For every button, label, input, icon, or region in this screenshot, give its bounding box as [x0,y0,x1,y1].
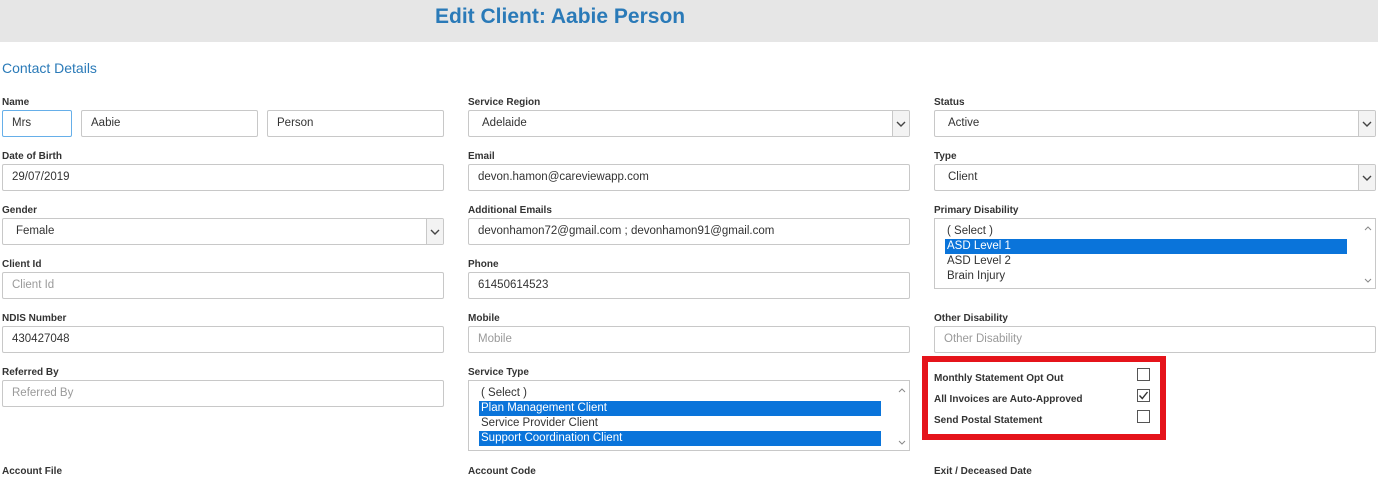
name-title-input[interactable]: Mrs [2,110,72,137]
client-id-input[interactable]: Client Id [2,272,444,299]
phone-label: Phone [468,259,499,270]
type-value: Client [948,171,978,183]
mobile-label: Mobile [468,313,500,324]
monthly-opt-out-checkbox[interactable] [1137,368,1150,381]
gender-select[interactable]: Female [2,218,444,245]
client-id-label: Client Id [2,259,42,270]
list-item[interactable]: ( Select ) [945,224,1347,239]
additional-emails-label: Additional Emails [468,205,552,216]
check-icon [1138,391,1149,400]
exit-date-label: Exit / Deceased Date [934,466,1032,477]
gender-value: Female [16,225,55,237]
page-title: Edit Client: Aabie Person [435,5,686,28]
status-value: Active [948,117,980,129]
phone-input[interactable]: 61450614523 [468,272,910,299]
ndis-label: NDIS Number [2,313,67,324]
type-select[interactable]: Client [934,164,1376,191]
auto-approved-label: All Invoices are Auto-Approved [934,394,1083,405]
last-name-input[interactable]: Person [267,110,444,137]
other-disability-input[interactable]: Other Disability [934,326,1376,353]
chevron-down-icon[interactable] [1358,111,1375,136]
mobile-input[interactable]: Mobile [468,326,910,353]
service-region-label: Service Region [468,97,541,108]
first-name-input[interactable]: Aabie [81,110,258,137]
gender-label: Gender [2,205,38,216]
service-region-select[interactable]: Adelaide [468,110,910,137]
referred-by-input[interactable]: Referred By [2,380,444,407]
chevron-down-icon[interactable] [892,111,909,136]
primary-disability-label: Primary Disability [934,205,1019,216]
section-title: Contact Details [2,60,97,76]
service-type-label: Service Type [468,367,529,378]
list-item[interactable]: Service Provider Client [479,416,881,431]
primary-disability-listbox[interactable]: ( Select ) ASD Level 1 ASD Level 2 Brain… [934,218,1376,289]
type-label: Type [934,151,957,162]
status-label: Status [934,97,965,108]
status-select[interactable]: Active [934,110,1376,137]
monthly-opt-out-label: Monthly Statement Opt Out [934,373,1064,384]
account-file-label: Account File [2,466,63,477]
scroll-up-icon[interactable] [1364,226,1372,231]
auto-approved-checkbox[interactable] [1137,389,1150,402]
postal-statement-checkbox[interactable] [1137,410,1150,423]
scroll-down-icon[interactable] [898,440,906,445]
account-code-label: Account Code [468,466,536,477]
email-label: Email [468,151,495,162]
list-item[interactable]: ASD Level 2 [945,254,1347,269]
name-label: Name [2,97,30,108]
other-disability-label: Other Disability [934,313,1008,324]
dob-input[interactable]: 29/07/2019 [2,164,444,191]
scroll-up-icon[interactable] [898,388,906,393]
dob-label: Date of Birth [2,151,62,162]
list-item[interactable]: ( Select ) [479,386,881,401]
list-item[interactable]: Brain Injury [945,269,1347,284]
postal-statement-label: Send Postal Statement [934,415,1043,426]
chevron-down-icon[interactable] [1358,165,1375,190]
chevron-down-icon[interactable] [426,219,443,244]
additional-emails-input[interactable]: devonhamon72@gmail.com ; devonhamon91@gm… [468,218,910,245]
list-item[interactable]: Plan Management Client [479,401,881,416]
service-type-listbox[interactable]: ( Select ) Plan Management Client Servic… [468,380,910,451]
referred-by-label: Referred By [2,367,59,378]
list-item[interactable]: Support Coordination Client [479,431,881,446]
list-item[interactable]: ASD Level 1 [945,239,1347,254]
email-input[interactable]: devon.hamon@careviewapp.com [468,164,910,191]
service-region-value: Adelaide [482,117,527,129]
ndis-input[interactable]: 430427048 [2,326,444,353]
scroll-down-icon[interactable] [1364,278,1372,283]
page-header: Edit Client: Aabie Person [0,0,1378,42]
